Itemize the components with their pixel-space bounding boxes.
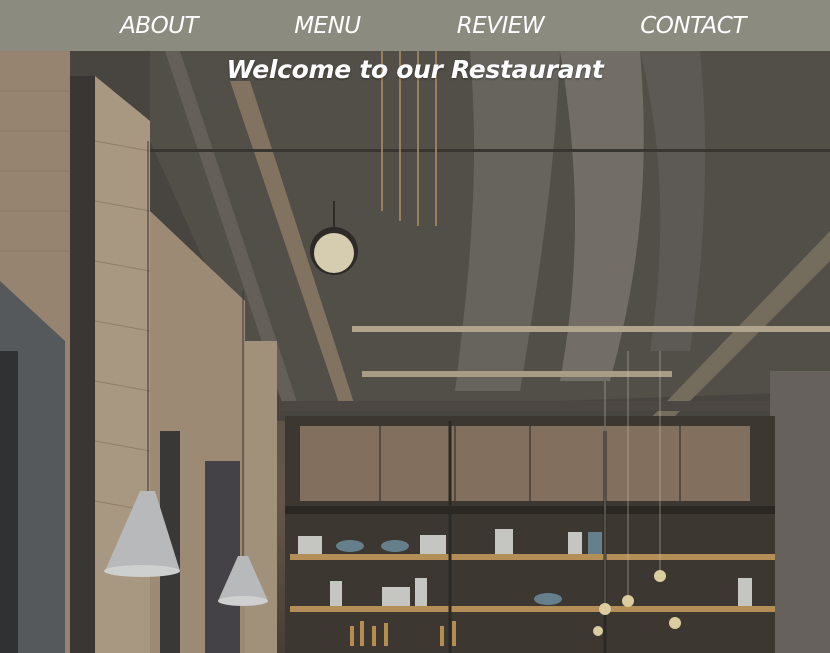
nav-link-review[interactable]: REVIEW xyxy=(457,13,545,39)
nav-link-menu[interactable]: MENU xyxy=(294,13,361,39)
restaurant-interior-image xyxy=(0,51,830,653)
nav-link-contact[interactable]: CONTACT xyxy=(640,13,746,39)
top-navbar: ABOUT MENU REVIEW CONTACT xyxy=(0,0,830,51)
hero-banner xyxy=(0,51,830,653)
page-title: Welcome to our Restaurant xyxy=(226,55,604,84)
nav-link-about[interactable]: ABOUT xyxy=(120,13,199,39)
